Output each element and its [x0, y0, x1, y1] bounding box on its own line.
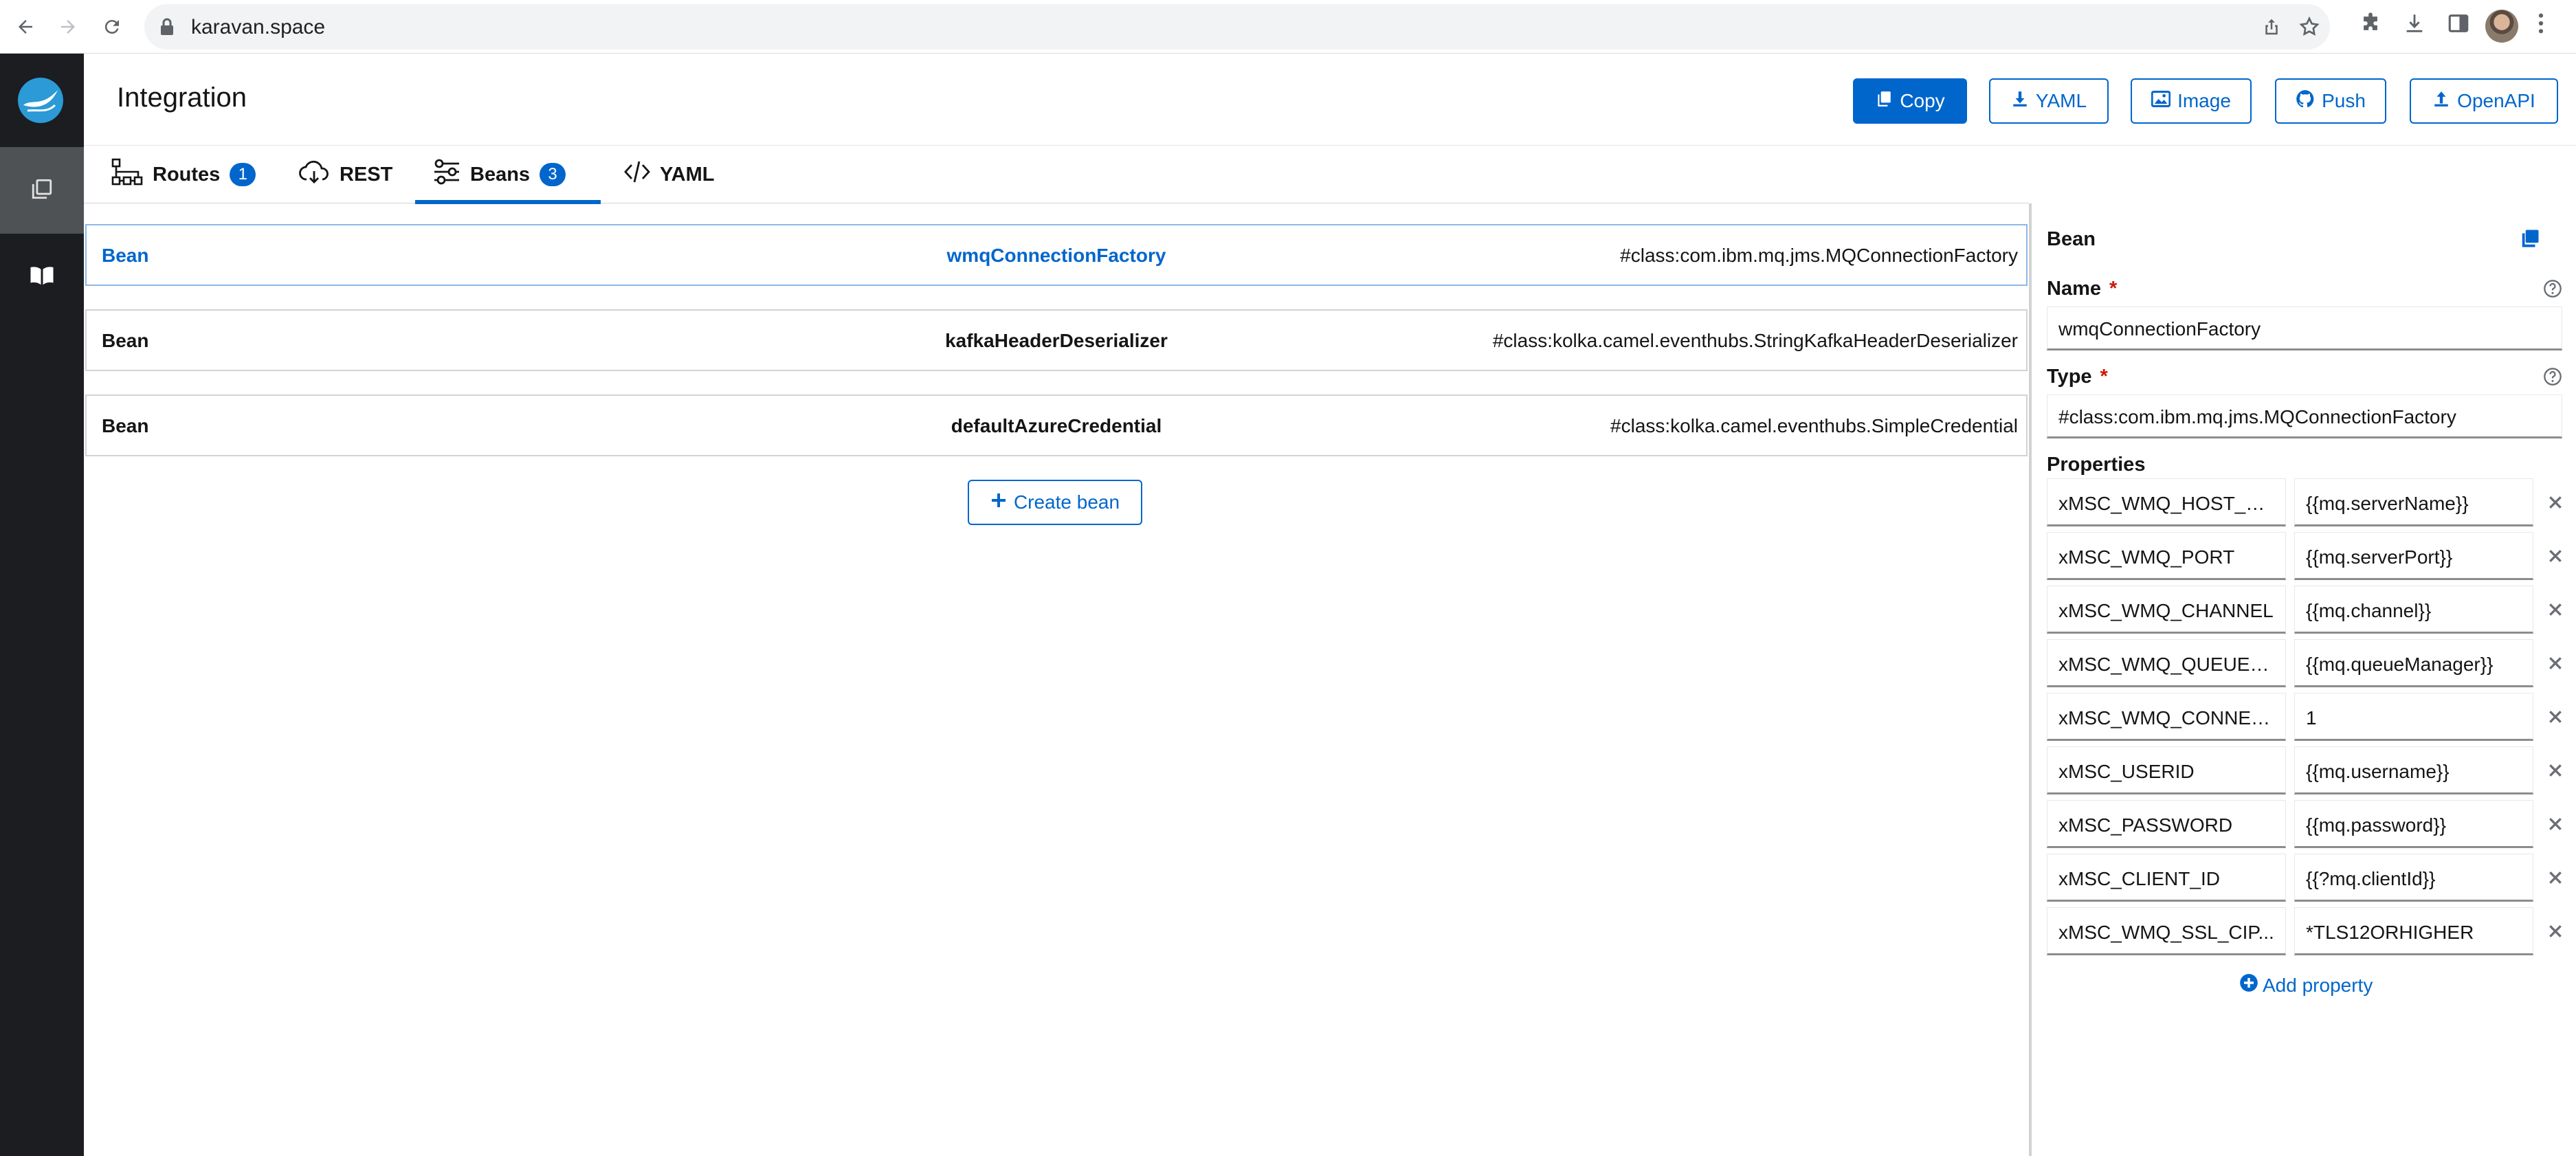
required-marker: * — [2100, 366, 2108, 388]
menu-kebab-icon[interactable] — [2536, 12, 2546, 38]
reload-icon[interactable] — [93, 8, 131, 45]
download-icon — [2011, 90, 2029, 113]
tab-beans[interactable]: Beans 3 — [415, 146, 601, 204]
bean-row-defaultazurecredential[interactable]: Bean defaultAzureCredential #class:kolka… — [85, 394, 2028, 456]
delete-property-icon[interactable] — [2546, 761, 2565, 780]
delete-property-icon[interactable] — [2546, 654, 2565, 673]
bean-properties-panel: Bean Name * wmqConnectionFactory Type * #c… — [2029, 203, 2576, 1156]
designer-tabs: Routes 1 REST Beans 3 YAML — [84, 146, 2029, 204]
property-value-field[interactable]: {{mq.password}} — [2294, 800, 2533, 848]
delete-property-icon[interactable] — [2546, 922, 2565, 941]
karavan-logo[interactable] — [18, 78, 63, 123]
plus-icon — [990, 491, 1007, 513]
property-key-field[interactable]: xMSC_PASSWORD — [2047, 800, 2286, 848]
routes-count-badge: 1 — [230, 163, 256, 186]
sliders-icon — [433, 159, 460, 190]
name-field[interactable]: wmqConnectionFactory — [2047, 307, 2562, 351]
plus-circle-icon — [2239, 973, 2258, 997]
address-bar[interactable]: karavan.space — [144, 4, 2330, 49]
delete-property-icon[interactable] — [2546, 546, 2565, 566]
page-header: Integration Copy YAML Image Push OpenAPI — [84, 54, 2576, 146]
name-label: Name * — [2047, 278, 2118, 300]
book-icon — [30, 265, 54, 290]
back-icon[interactable] — [7, 8, 44, 45]
push-button[interactable]: Push — [2275, 78, 2386, 124]
create-bean-button[interactable]: Create bean — [968, 480, 1142, 525]
property-value-field[interactable]: 1 — [2294, 693, 2533, 741]
share-icon[interactable] — [2261, 16, 2282, 41]
property-value-field[interactable]: *TLS12ORHIGHER — [2294, 907, 2533, 955]
bean-type: #class:kolka.camel.eventhubs.SimpleCrede… — [1610, 415, 2018, 436]
bookmark-star-icon[interactable] — [2298, 16, 2320, 41]
property-key-field[interactable]: xMSC_WMQ_QUEUE_... — [2047, 639, 2286, 687]
browser-toolbar: karavan.space — [0, 0, 2576, 54]
sidebar-item-integrations[interactable] — [0, 147, 84, 234]
tab-rest[interactable]: REST — [298, 146, 392, 203]
property-key-field[interactable]: xMSC_WMQ_HOST_N... — [2047, 478, 2286, 526]
property-key-field[interactable]: xMSC_CLIENT_ID — [2047, 854, 2286, 902]
routes-icon — [111, 158, 143, 191]
forward-icon[interactable] — [49, 8, 87, 45]
profile-avatar[interactable] — [2485, 10, 2518, 43]
clone-icon[interactable] — [2520, 228, 2540, 252]
tab-routes[interactable]: Routes 1 — [111, 146, 256, 203]
help-icon[interactable] — [2543, 279, 2562, 302]
property-key-field[interactable]: xMSC_WMQ_CONNEC... — [2047, 693, 2286, 741]
add-property-button[interactable]: Add property — [2239, 973, 2373, 997]
beans-count-badge: 3 — [540, 163, 566, 186]
property-value-field[interactable]: {{?mq.clientId}} — [2294, 854, 2533, 902]
property-key-field[interactable]: xMSC_USERID — [2047, 746, 2286, 794]
copy-button[interactable]: Copy — [1853, 78, 1967, 124]
copy-stack-icon — [30, 177, 54, 204]
property-key-field[interactable]: xMSC_WMQ_SSL_CIP... — [2047, 907, 2286, 955]
download-image-button[interactable]: Image — [2131, 78, 2252, 124]
lock-icon[interactable] — [159, 18, 175, 39]
panel-title: Bean — [2047, 228, 2096, 250]
sidepanel-icon[interactable] — [2447, 12, 2470, 38]
delete-property-icon[interactable] — [2546, 707, 2565, 726]
property-value-field[interactable]: {{mq.serverName}} — [2294, 478, 2533, 526]
property-value-field[interactable]: {{mq.serverPort}} — [2294, 532, 2533, 580]
delete-property-icon[interactable] — [2546, 814, 2565, 834]
bean-row-wmqconnectionfactory[interactable]: Bean wmqConnectionFactory #class:com.ibm… — [85, 224, 2028, 286]
page-title: Integration — [117, 82, 247, 113]
cloud-icon — [298, 159, 330, 190]
delete-property-icon[interactable] — [2546, 493, 2565, 512]
openapi-button[interactable]: OpenAPI — [2410, 78, 2558, 124]
tab-yaml[interactable]: YAML — [624, 146, 715, 203]
sidebar-item-documentation[interactable] — [0, 234, 84, 320]
delete-property-icon[interactable] — [2546, 868, 2565, 887]
property-value-field[interactable]: {{mq.queueManager}} — [2294, 639, 2533, 687]
extensions-icon[interactable] — [2359, 12, 2382, 38]
copy-icon — [1875, 90, 1893, 113]
property-value-field[interactable]: {{mq.channel}} — [2294, 586, 2533, 634]
download-icon[interactable] — [2403, 12, 2426, 38]
github-icon — [2296, 89, 2315, 113]
delete-property-icon[interactable] — [2546, 600, 2565, 619]
property-value-field[interactable]: {{mq.username}} — [2294, 746, 2533, 794]
property-key-field[interactable]: xMSC_WMQ_CHANNEL — [2047, 586, 2286, 634]
properties-label: Properties — [2047, 454, 2146, 476]
type-field[interactable]: #class:com.ibm.mq.jms.MQConnectionFactor… — [2047, 394, 2562, 438]
upload-icon — [2432, 90, 2450, 113]
bean-type: #class:com.ibm.mq.jms.MQConnectionFactor… — [1620, 245, 2018, 266]
bean-type: #class:kolka.camel.eventhubs.StringKafka… — [1492, 330, 2018, 351]
download-yaml-button[interactable]: YAML — [1989, 78, 2109, 124]
required-marker: * — [2109, 278, 2118, 300]
image-icon — [2151, 90, 2171, 113]
bean-row-kafkaheaderdeserializer[interactable]: Bean kafkaHeaderDeserializer #class:kolk… — [85, 309, 2028, 371]
url-text[interactable]: karavan.space — [191, 16, 325, 39]
property-key-field[interactable]: xMSC_WMQ_PORT — [2047, 532, 2286, 580]
help-icon[interactable] — [2543, 367, 2562, 390]
sidebar — [0, 54, 84, 1156]
code-icon — [624, 159, 650, 190]
type-label: Type * — [2047, 366, 2108, 388]
